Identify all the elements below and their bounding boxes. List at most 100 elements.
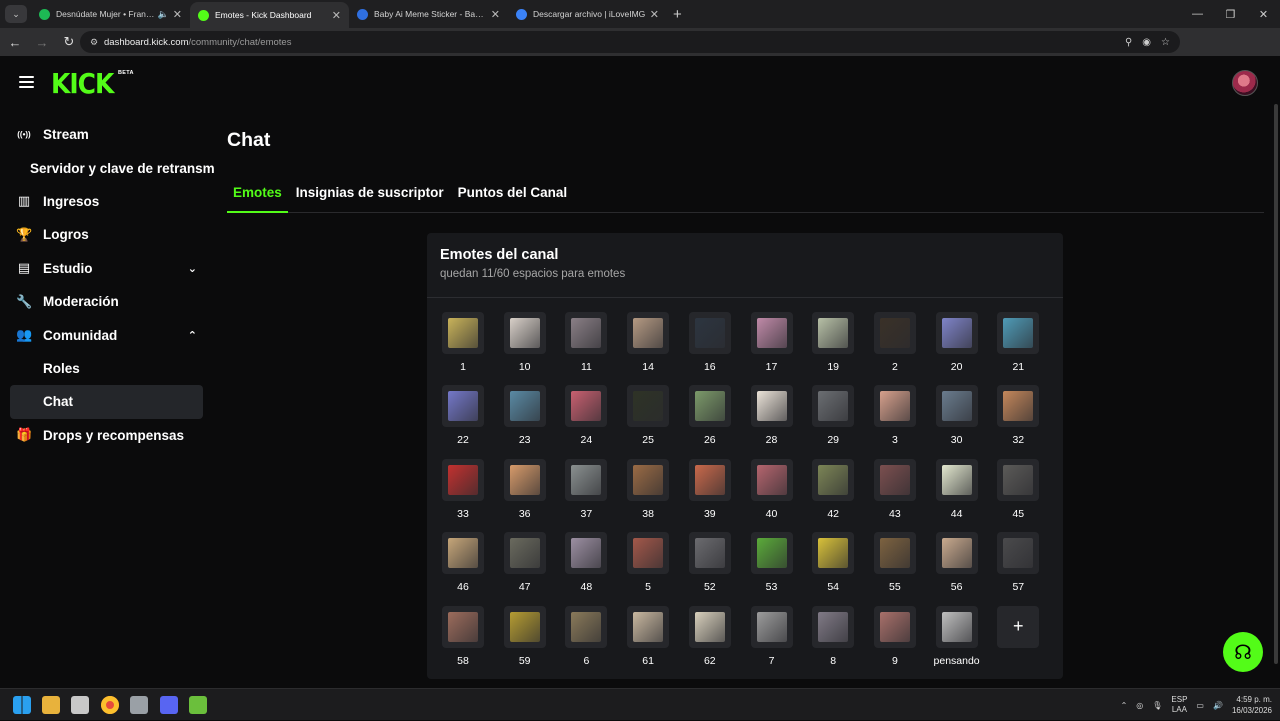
emote-thumbnail[interactable] [688,458,731,501]
emote-thumbnail[interactable] [750,458,793,501]
tab-emotes[interactable]: Emotes [227,176,288,213]
browser-tab[interactable]: Desnúdate Mujer • Frankie 🔈 ✕ [31,0,190,28]
zoom-icon[interactable]: ⚲ [1125,37,1132,48]
emote-item[interactable]: 54 [812,532,856,602]
forward-icon[interactable]: → [30,35,54,50]
emote-thumbnail[interactable] [812,458,855,501]
emote-item[interactable]: 38 [627,458,671,529]
hamburger-menu-icon[interactable] [19,76,34,88]
emote-item[interactable]: 52 [688,532,733,602]
emote-item[interactable]: 53 [750,532,795,602]
emote-item[interactable]: 46 [442,532,486,602]
emote-item[interactable]: 6 [565,605,609,676]
emote-thumbnail[interactable] [873,312,916,354]
emote-item[interactable]: 8 [812,605,856,676]
emote-thumbnail[interactable] [565,532,608,575]
emote-item[interactable]: 5 [627,532,671,602]
emote-item[interactable]: 19 [812,312,856,382]
back-icon[interactable]: ← [3,35,27,50]
windows-start-icon[interactable] [13,696,31,714]
emote-thumbnail[interactable] [812,385,855,428]
emote-thumbnail[interactable] [442,385,484,428]
emote-thumbnail[interactable] [627,458,670,501]
emote-thumbnail[interactable] [935,532,978,575]
new-tab-button[interactable]: + [673,6,682,23]
clock[interactable]: 4:59 p. m. 16/03/2026 [1232,694,1272,716]
emote-item[interactable]: 48 [565,532,609,602]
audio-icon[interactable]: 🔈 [158,9,169,20]
tab-puntos[interactable]: Puntos del Canal [452,176,574,213]
emote-item[interactable]: 26 [688,385,733,455]
emote-thumbnail[interactable] [873,458,916,501]
emote-item[interactable]: 36 [503,458,548,529]
emote-thumbnail[interactable] [688,312,731,354]
sidebar-item-ingresos[interactable]: ▥ Ingresos [0,185,220,218]
chevron-up-icon[interactable]: ⌃ [1121,701,1128,710]
emote-item[interactable]: 61 [627,605,671,676]
chevron-up-icon[interactable]: ⌃ [188,329,197,342]
emote-item[interactable]: 25 [627,385,671,455]
emote-thumbnail[interactable] [565,458,608,501]
emote-item[interactable]: 40 [750,458,795,529]
network-icon[interactable]: ▭ [1196,701,1204,710]
emote-thumbnail[interactable] [688,532,731,575]
kick-logo[interactable]: KICK [51,68,114,100]
close-window-icon[interactable]: ✕ [1247,8,1280,21]
chrome-icon[interactable] [101,696,119,714]
emote-thumbnail[interactable] [442,605,484,648]
emote-item[interactable]: 10 [503,312,548,382]
emote-thumbnail[interactable] [873,532,916,575]
emote-thumbnail[interactable] [997,458,1040,501]
emote-thumbnail[interactable] [442,312,484,354]
headset-icon[interactable]: ☊ [1223,632,1263,672]
close-tab-icon[interactable]: ✕ [491,8,500,21]
discord-icon[interactable] [160,696,178,714]
emote-thumbnail[interactable] [750,532,793,575]
sidebar-item-chat[interactable]: Chat [10,385,203,419]
sidebar-item-estudio[interactable]: ▤ Estudio ⌄ [0,252,220,285]
emote-thumbnail[interactable] [750,605,793,648]
emote-thumbnail[interactable] [627,312,670,354]
app-icon-2[interactable] [189,696,207,714]
site-info-icon[interactable]: ⚙ [84,37,104,48]
add-emote-button[interactable]: + [997,605,1041,676]
steam-icon[interactable]: ◎ [1136,701,1143,710]
close-tab-icon[interactable]: ✕ [650,8,659,21]
url-bar[interactable]: ⚙ dashboard.kick.com/community/chat/emot… [80,31,1180,53]
browser-tab[interactable]: Descargar archivo | iLoveIMG ✕ [508,0,667,28]
sidebar-item-logros[interactable]: 🏆 Logros [0,218,220,251]
page-scrollbar[interactable] [1272,104,1280,684]
emote-item[interactable]: 22 [442,385,486,455]
emote-item[interactable]: 44 [935,458,980,529]
emote-thumbnail[interactable] [935,385,978,428]
emote-item[interactable]: 62 [688,605,733,676]
emote-item[interactable]: 3 [873,385,918,455]
emote-item[interactable]: 28 [750,385,795,455]
emote-thumbnail[interactable] [935,605,978,648]
emote-item[interactable]: 7 [750,605,795,676]
emote-thumbnail[interactable] [935,458,978,501]
emote-item[interactable]: 59 [503,605,548,676]
sidebar-item-drops[interactable]: 🎁 Drops y recompensas [0,419,220,452]
star-icon[interactable]: ☆ [1161,37,1170,48]
browser-tab[interactable]: Baby Ai Meme Sticker - Baby a ✕ [349,0,508,28]
emote-thumbnail[interactable] [873,605,916,648]
emote-item[interactable]: 42 [812,458,856,529]
emote-item[interactable]: pensando [934,605,980,676]
emote-item[interactable]: 57 [997,532,1041,602]
user-avatar[interactable] [1232,70,1258,96]
emote-item[interactable]: 37 [565,458,609,529]
emote-item[interactable]: 2 [873,312,918,382]
emote-thumbnail[interactable] [627,385,670,428]
emote-item[interactable]: 9 [873,605,918,676]
emote-thumbnail[interactable] [627,605,670,648]
emote-thumbnail[interactable] [688,605,731,648]
emote-item[interactable]: 17 [750,312,795,382]
emote-item[interactable]: 30 [935,385,980,455]
emote-thumbnail[interactable] [503,605,546,648]
emote-thumbnail[interactable] [503,458,546,501]
emote-thumbnail[interactable] [442,532,484,575]
emote-thumbnail[interactable] [503,312,546,354]
emote-item[interactable]: 14 [627,312,671,382]
emote-item[interactable]: 21 [997,312,1041,382]
